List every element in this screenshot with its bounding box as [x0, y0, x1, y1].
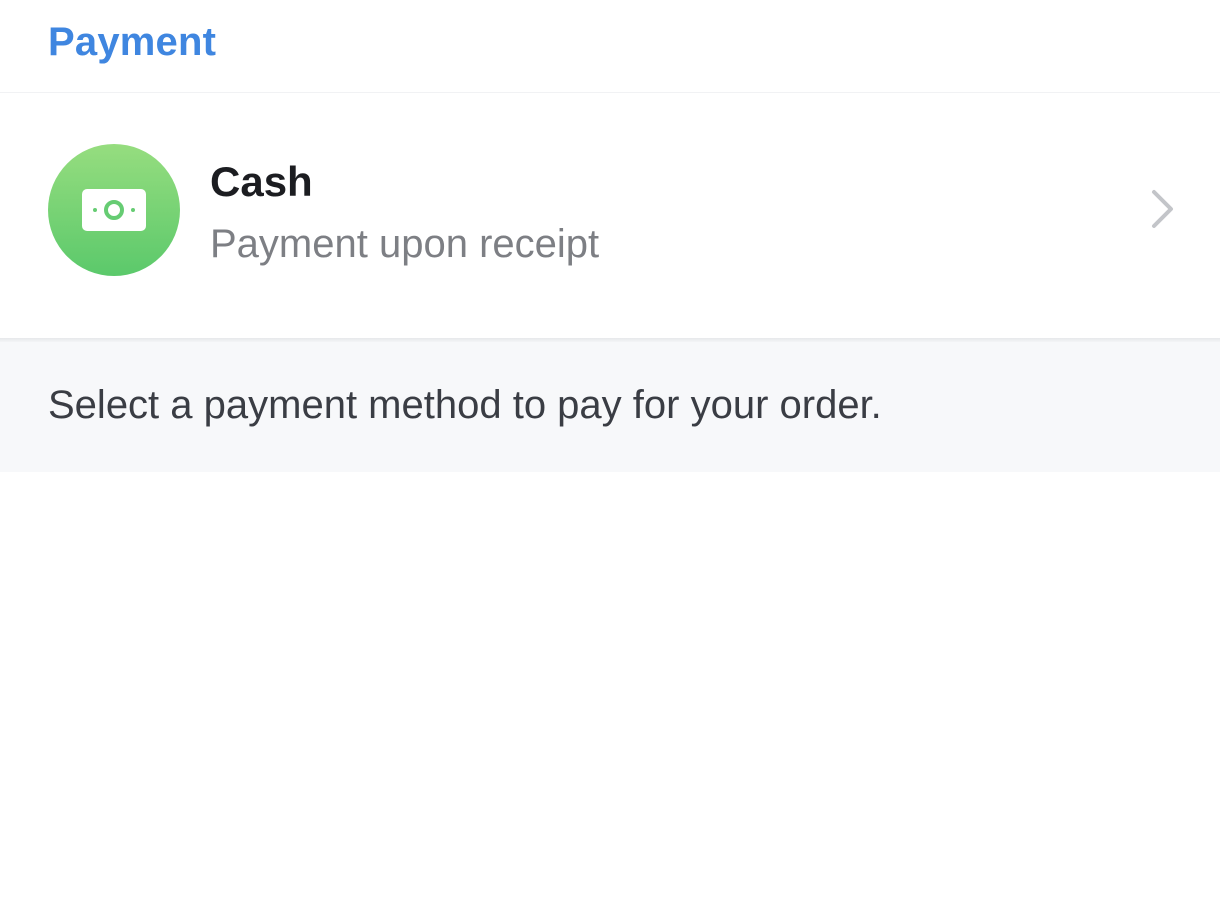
hint-text: Select a payment method to pay for your … [48, 382, 882, 427]
payment-method-title: Cash [210, 157, 313, 205]
cash-icon [48, 143, 180, 276]
chevron-right-icon [1152, 190, 1173, 228]
payment-screen: Payment Cash Payment upon receipt Select… [0, 0, 1220, 900]
cash-bill-icon [82, 188, 146, 231]
hint-box: Select a payment method to pay for your … [0, 342, 1220, 472]
section-header: Payment [0, 0, 1220, 92]
payment-method-cash[interactable]: Cash Payment upon receipt [0, 92, 1220, 338]
payment-method-text: Cash Payment upon receipt [210, 154, 599, 272]
section-title: Payment [48, 19, 217, 64]
payment-method-subtitle: Payment upon receipt [210, 221, 600, 266]
